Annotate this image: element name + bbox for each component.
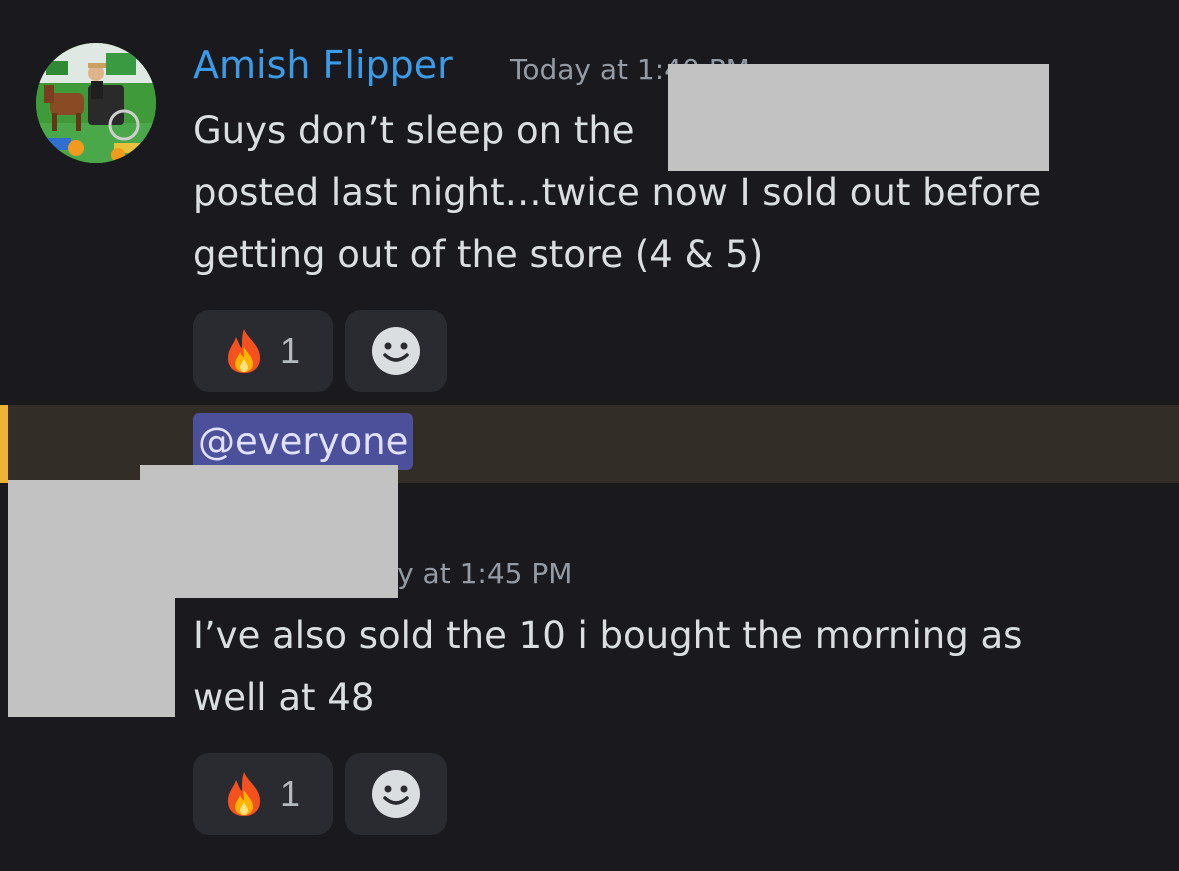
reaction-count: 1 bbox=[279, 773, 301, 814]
fire-emoji-icon bbox=[227, 329, 260, 373]
message-text-line: I’ve also sold the 10 i bought the morni… bbox=[193, 614, 1023, 657]
avatar[interactable] bbox=[36, 43, 156, 163]
reaction-fire-button[interactable]: 1 bbox=[193, 310, 333, 392]
message-text-line: well at 48 bbox=[193, 676, 375, 719]
redaction-box bbox=[140, 465, 398, 598]
mention-highlight-bar bbox=[0, 405, 8, 483]
add-reaction-button[interactable] bbox=[345, 310, 447, 392]
redaction-box bbox=[668, 64, 1049, 171]
add-reaction-button[interactable] bbox=[345, 753, 447, 835]
smiley-add-reaction-icon bbox=[372, 327, 420, 375]
message-text-line: posted last night…twice now I sold out b… bbox=[193, 171, 1042, 214]
mention-everyone[interactable]: @everyone bbox=[193, 413, 414, 470]
reaction-count: 1 bbox=[279, 330, 301, 371]
message-text-line: getting out of the store (4 & 5) bbox=[193, 233, 764, 276]
message-author[interactable]: Amish Flipper bbox=[193, 40, 453, 90]
reaction-fire-button[interactable]: 1 bbox=[193, 753, 333, 835]
avatar-image bbox=[36, 43, 156, 163]
smiley-add-reaction-icon bbox=[372, 770, 420, 818]
fire-emoji-icon bbox=[227, 772, 260, 816]
